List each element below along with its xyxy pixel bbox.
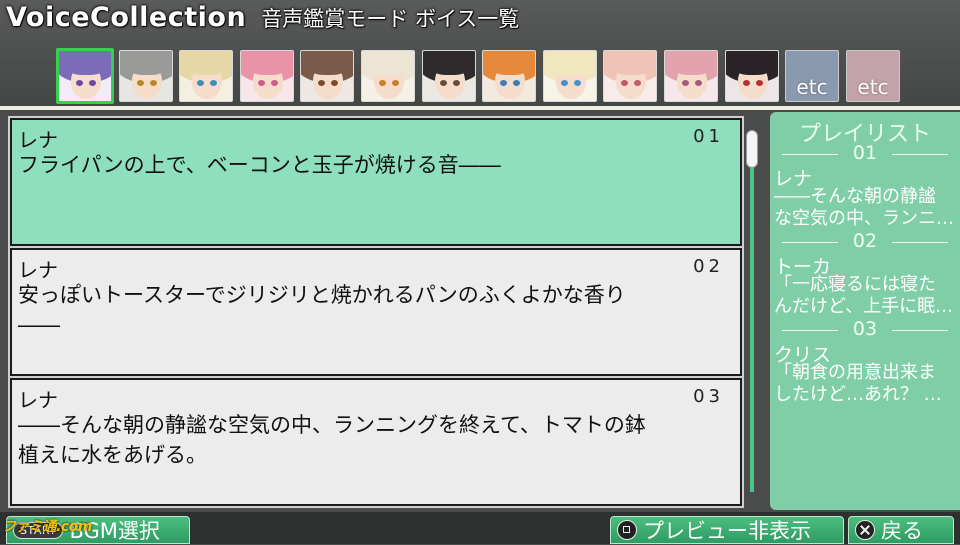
voice-line: 安っぽいトースターでジリジリと焼かれるパンのふくよかな香り ―― bbox=[18, 280, 734, 340]
voice-line-1: フライパンの上で、ベーコンと玉子が焼ける音―― bbox=[18, 153, 501, 177]
character-portrait-9-icon bbox=[544, 51, 596, 101]
character-tab-6[interactable] bbox=[361, 50, 415, 102]
preview-toggle-label: プレビュー非表示 bbox=[643, 519, 811, 543]
playlist-item-text[interactable]: ――そんな朝の静謐 な空気の中、ランニ… bbox=[774, 186, 958, 230]
etc-tab-2[interactable]: etc bbox=[846, 50, 900, 102]
voice-speaker: レナ bbox=[18, 128, 58, 152]
voice-entry-01[interactable]: レナ 01 フライパンの上で、ベーコンと玉子が焼ける音―― bbox=[8, 116, 744, 248]
character-tab-4[interactable] bbox=[240, 50, 294, 102]
voice-number: 01 bbox=[693, 126, 724, 147]
character-portrait-6-icon bbox=[362, 51, 414, 101]
playlist-item-text-2: したけど…あれ？ … bbox=[774, 384, 942, 405]
scrollbar-track[interactable] bbox=[750, 150, 754, 492]
playlist-item-number: 02 bbox=[852, 230, 878, 252]
playlist-item-text-2: んだけど、上手に眠… bbox=[774, 296, 954, 317]
character-portrait-3-icon bbox=[180, 51, 232, 101]
etc-tab-label: etc bbox=[857, 75, 889, 99]
playlist-item-text[interactable]: 「朝食の用意出来ま したけど…あれ？ … bbox=[774, 362, 958, 406]
voice-list: レナ 01 フライパンの上で、ベーコンと玉子が焼ける音―― レナ 02 安っぽい… bbox=[0, 112, 766, 510]
character-tab-1[interactable] bbox=[56, 48, 114, 104]
voice-number: 03 bbox=[693, 386, 724, 407]
back-button[interactable]: 戻る bbox=[848, 516, 954, 544]
square-button-icon bbox=[617, 520, 637, 540]
playlist-item-number: 01 bbox=[852, 142, 878, 164]
character-portrait-10-icon bbox=[604, 51, 656, 101]
voice-line-2: 植えに水をあげる。 bbox=[18, 443, 207, 467]
page-title: VoiceCollection 音声鑑賞モード ボイス一覧 bbox=[6, 2, 519, 36]
voice-entry-02[interactable]: レナ 02 安っぽいトースターでジリジリと焼かれるパンのふくよかな香り ―― bbox=[8, 246, 744, 378]
separator-rule bbox=[892, 330, 948, 331]
voice-line: フライパンの上で、ベーコンと玉子が焼ける音―― bbox=[18, 150, 734, 180]
playlist-separator-03: 03 bbox=[776, 318, 954, 340]
character-tab-5[interactable] bbox=[300, 50, 354, 102]
etc-tab-1[interactable]: etc bbox=[785, 50, 839, 102]
playlist-item-number: 03 bbox=[852, 318, 878, 340]
header-area: VoiceCollection 音声鑑賞モード ボイス一覧 etc etc bbox=[0, 0, 960, 108]
etc-tab-label: etc bbox=[796, 75, 828, 99]
header-divider bbox=[0, 106, 960, 110]
scrollbar-thumb[interactable] bbox=[746, 130, 758, 168]
character-portrait-11-icon bbox=[665, 51, 717, 101]
character-portrait-2-icon bbox=[120, 51, 172, 101]
voice-line: ――そんな朝の静謐な空気の中、ランニングを終えて、トマトの鉢 植えに水をあげる。 bbox=[18, 410, 734, 470]
separator-rule bbox=[892, 154, 948, 155]
voice-number: 02 bbox=[693, 256, 724, 277]
app-title: VoiceCollection bbox=[6, 2, 247, 33]
character-portrait-12-icon bbox=[726, 51, 778, 101]
character-tab-12[interactable] bbox=[725, 50, 779, 102]
back-label: 戻る bbox=[881, 519, 923, 543]
playlist-item-text-2: な空気の中、ランニ… bbox=[774, 208, 954, 229]
mode-subtitle: 音声鑑賞モード ボイス一覧 bbox=[261, 6, 520, 31]
preview-toggle-button[interactable]: プレビュー非表示 bbox=[610, 516, 844, 544]
character-tab-10[interactable] bbox=[603, 50, 657, 102]
character-tab-8[interactable] bbox=[482, 50, 536, 102]
character-tab-9[interactable] bbox=[543, 50, 597, 102]
character-portrait-1-icon bbox=[59, 51, 111, 101]
voice-entry-03[interactable]: レナ 03 ――そんな朝の静謐な空気の中、ランニングを終えて、トマトの鉢 植えに… bbox=[8, 376, 744, 508]
character-tab-2[interactable] bbox=[119, 50, 173, 102]
cross-button-icon bbox=[855, 520, 875, 540]
playlist-item-text[interactable]: 「一応寝るには寝た んだけど、上手に眠… bbox=[774, 274, 958, 318]
voice-speaker: レナ bbox=[18, 258, 58, 282]
watermark-logo: ファミ通.com bbox=[2, 519, 92, 535]
playlist-panel: プレイリスト 01 レナ ――そんな朝の静謐 な空気の中、ランニ… 02 トーカ… bbox=[770, 112, 960, 510]
character-portrait-5-icon bbox=[301, 51, 353, 101]
character-portrait-7-icon bbox=[423, 51, 475, 101]
voice-line-1: ――そんな朝の静謐な空気の中、ランニングを終えて、トマトの鉢 bbox=[18, 413, 646, 437]
character-portrait-8-icon bbox=[483, 51, 535, 101]
playlist-separator-01: 01 bbox=[776, 142, 954, 164]
voice-speaker: レナ bbox=[18, 388, 58, 412]
playlist-item-text-1: ――そんな朝の静謐 bbox=[774, 186, 936, 207]
voice-line-1: 安っぽいトースターでジリジリと焼かれるパンのふくよかな香り bbox=[18, 283, 626, 307]
character-tab-7[interactable] bbox=[422, 50, 476, 102]
character-portrait-4-icon bbox=[241, 51, 293, 101]
separator-rule bbox=[892, 242, 948, 243]
character-tab-3[interactable] bbox=[179, 50, 233, 102]
playlist-item-text-1: 「一応寝るには寝た bbox=[774, 274, 936, 295]
playlist-separator-02: 02 bbox=[776, 230, 954, 252]
voice-line-2: ―― bbox=[18, 313, 60, 337]
character-tab-11[interactable] bbox=[664, 50, 718, 102]
playlist-item-text-1: 「朝食の用意出来ま bbox=[774, 362, 936, 383]
